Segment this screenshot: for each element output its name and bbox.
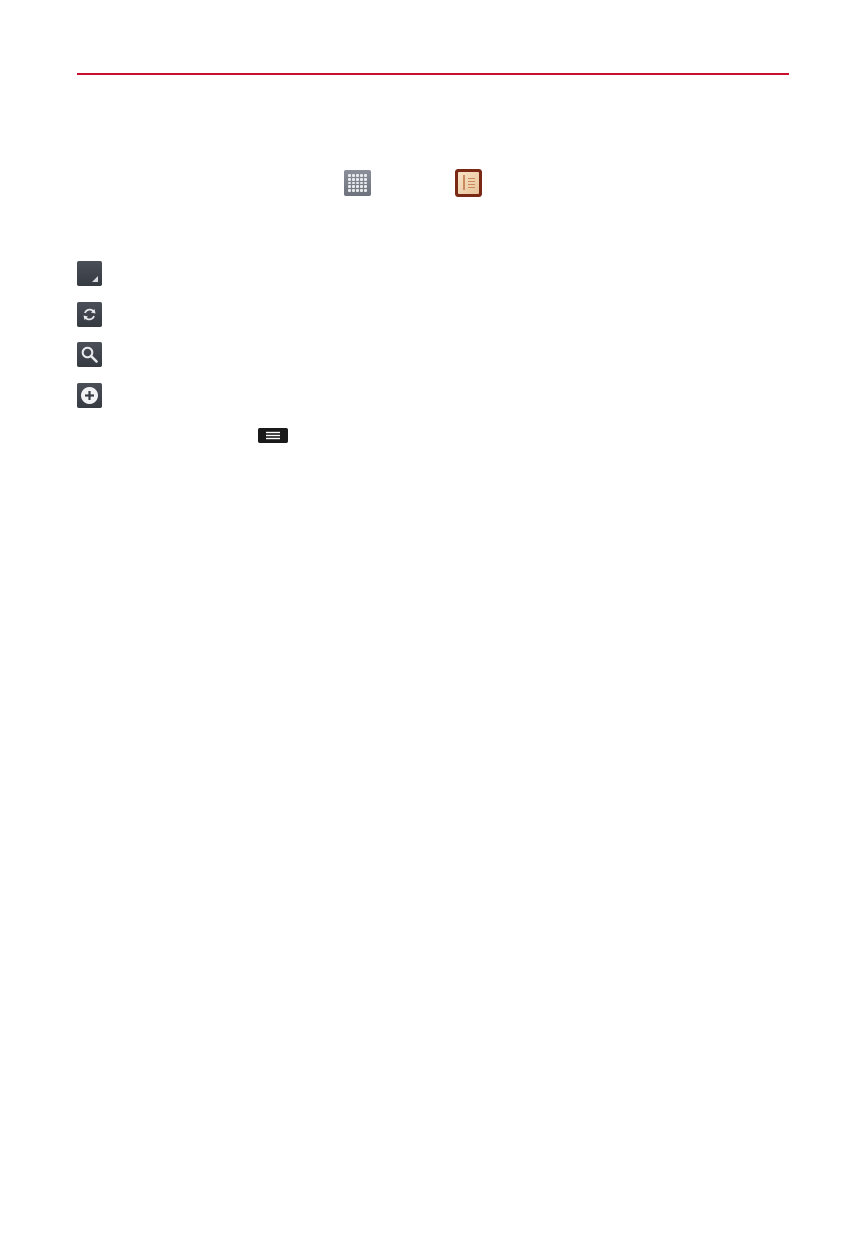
- add-icon: [77, 383, 102, 408]
- menu-key-icon: [258, 428, 288, 443]
- header-rule: [77, 73, 789, 75]
- search-icon: [77, 342, 102, 367]
- notebook-app-icon: [455, 169, 482, 197]
- sync-icon: [77, 302, 102, 327]
- resize-corner-icon: [77, 261, 102, 286]
- apps-grid-icon: [344, 170, 371, 196]
